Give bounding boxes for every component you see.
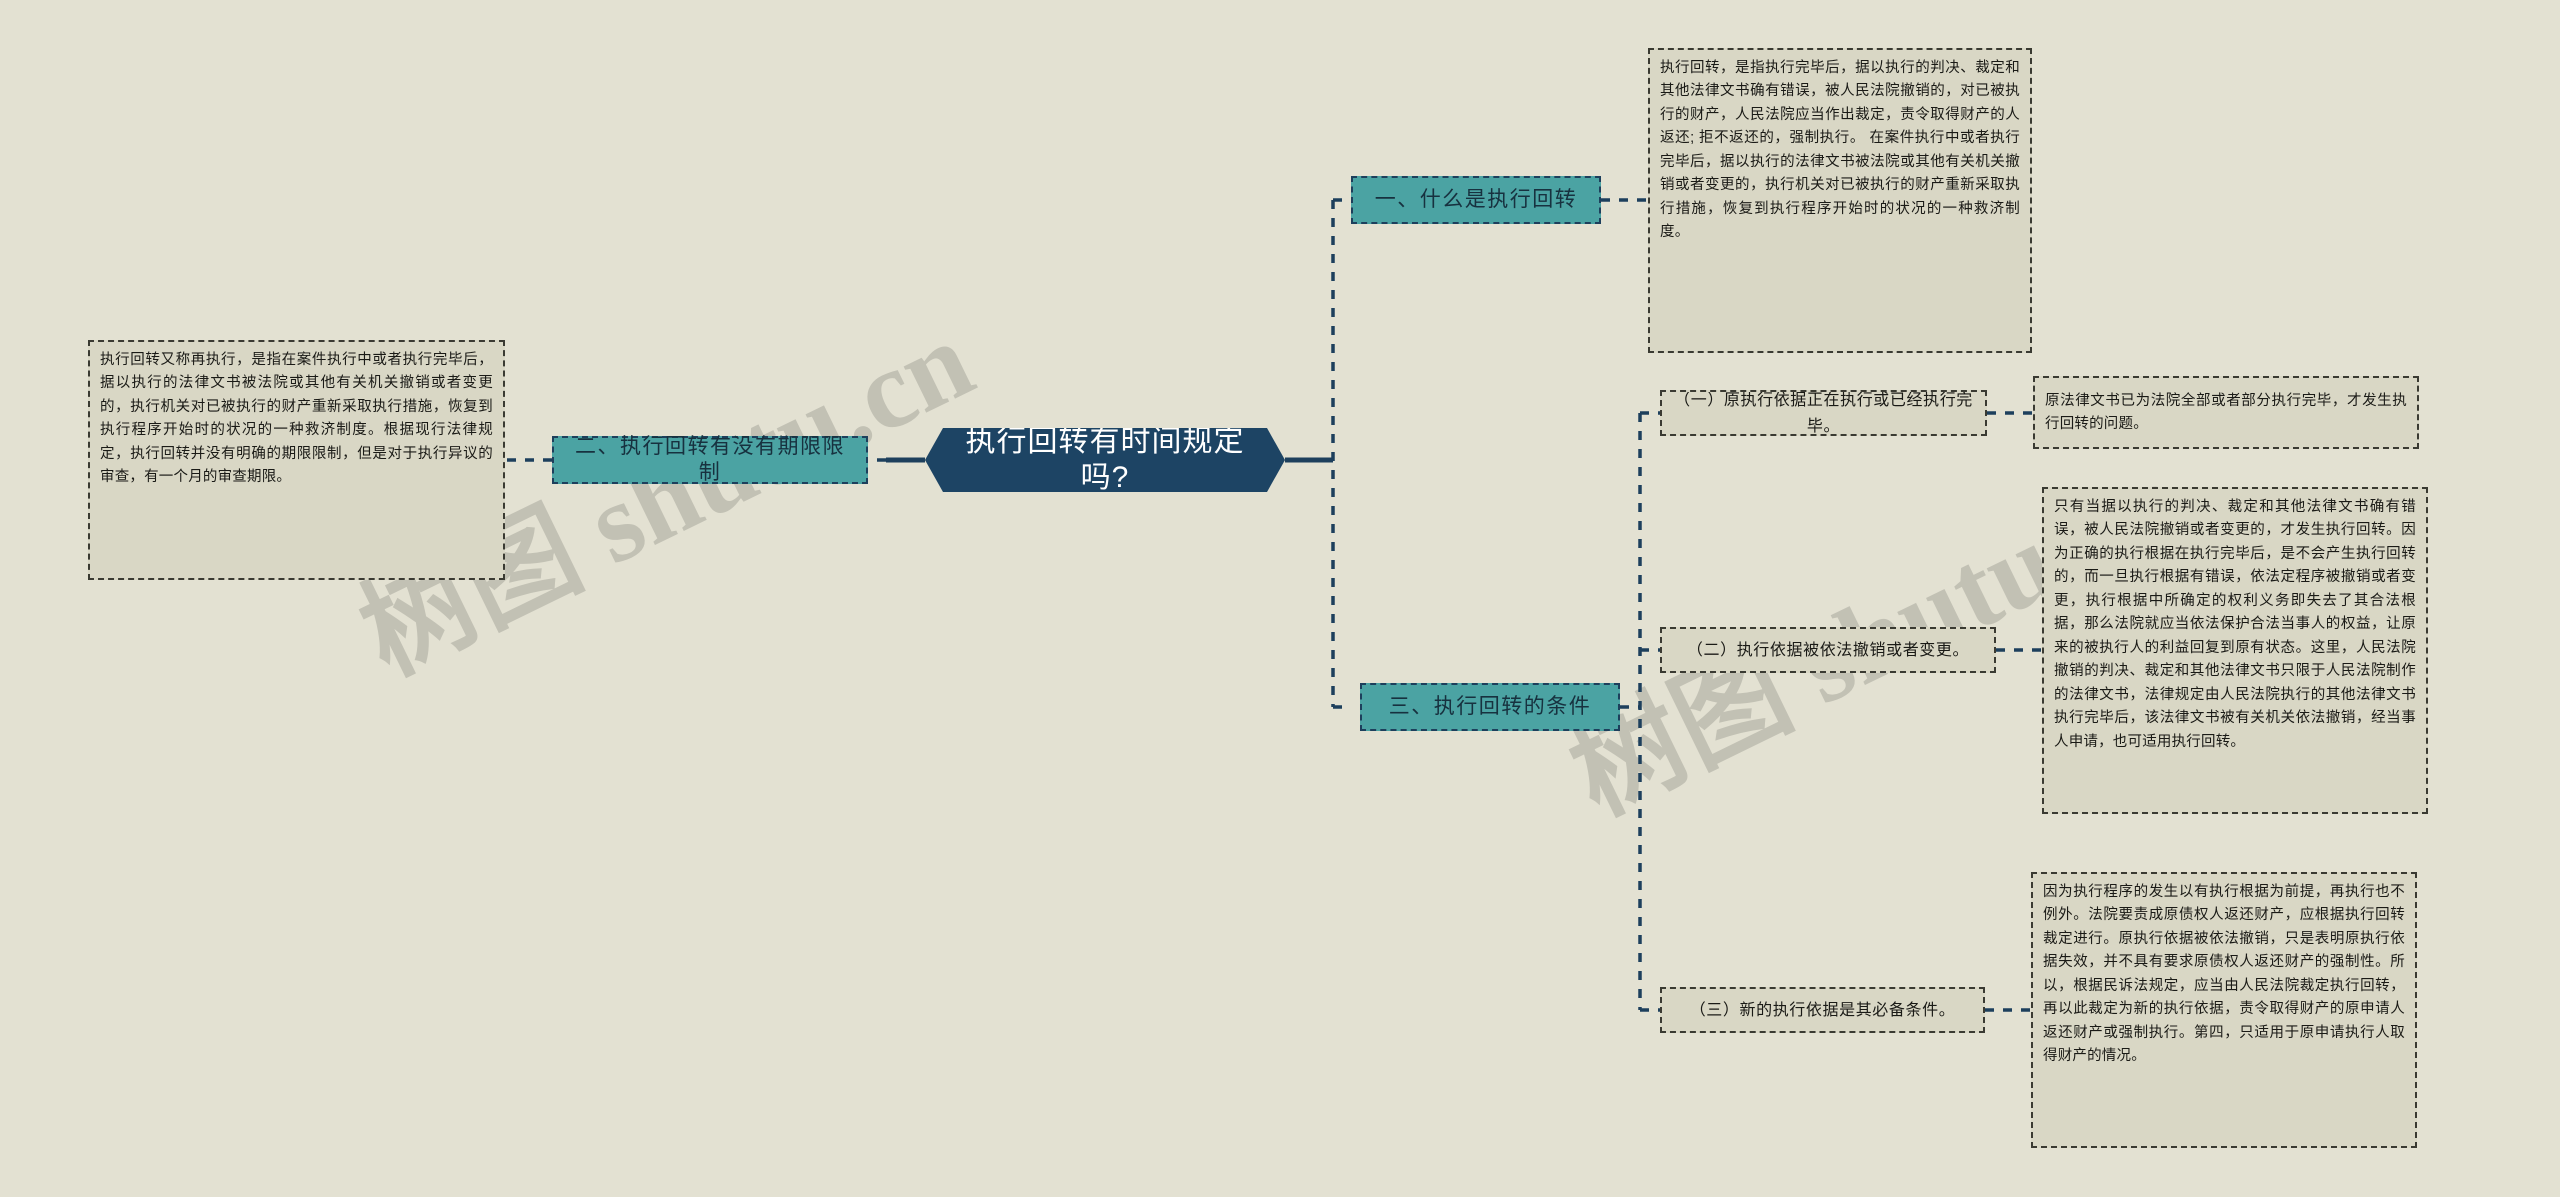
branch-node-2[interactable]: 二、执行回转有没有期限限制 <box>552 435 868 484</box>
leaf-node-1-1[interactable]: 执行回转，是指执行完毕后，据以执行的判决、裁定和其他法律文书确有错误，被人民法院… <box>1648 48 2032 353</box>
branch-node-1[interactable]: 一、什么是执行回转 <box>1351 176 1601 224</box>
leaf-node-3-3[interactable]: （三）新的执行依据是其必备条件。 <box>1660 987 1985 1033</box>
leaf-node-3-1[interactable]: （一）原执行依据正在执行或已经执行完毕。 <box>1660 390 1987 436</box>
branch-node-3[interactable]: 三、执行回转的条件 <box>1360 683 1620 731</box>
leaf-node-3-3-detail[interactable]: 因为执行程序的发生以有执行根据为前提，再执行也不例外。法院要责成原债权人返还财产… <box>2031 872 2417 1148</box>
central-node[interactable]: 执行回转有时间规定吗? <box>925 428 1285 492</box>
leaf-node-3-2-detail[interactable]: 只有当据以执行的判决、裁定和其他法律文书确有错误，被人民法院撤销或者变更的，才发… <box>2042 487 2428 814</box>
leaf-node-2-1[interactable]: 执行回转又称再执行，是指在案件执行中或者执行完毕后，据以执行的法律文书被法院或其… <box>88 340 505 580</box>
leaf-node-3-1-detail[interactable]: 原法律文书已为法院全部或者部分执行完毕，才发生执行回转的问题。 <box>2033 376 2419 449</box>
leaf-node-3-2[interactable]: （二）执行依据被依法撤销或者变更。 <box>1660 627 1996 673</box>
mindmap-canvas: 树图 shutu.cn 树图 shutu.cn 执行回转有时间规定吗? 一、什么… <box>0 0 2560 1197</box>
